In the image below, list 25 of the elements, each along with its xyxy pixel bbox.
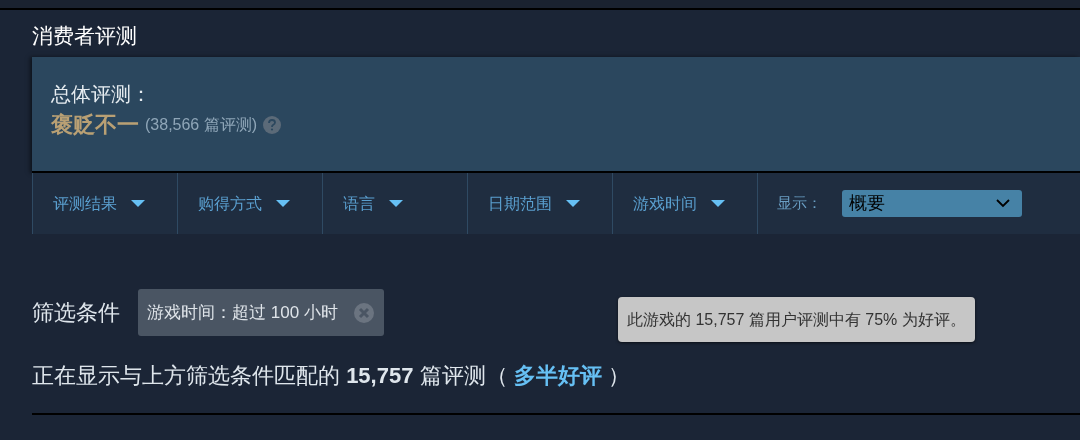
tooltip: 此游戏的 15,757 篇用户评测中有 75% 为好评。 [618, 297, 975, 342]
chevron-icon [996, 199, 1010, 208]
filter-dropdown[interactable]: 购得方式 [177, 173, 322, 234]
filter-chip[interactable]: 游戏时间：超过 100 小时 [138, 289, 384, 336]
filters-label: 筛选条件 [32, 299, 120, 327]
caret-icon [276, 199, 290, 208]
filter-dropdown[interactable]: 游戏时间 [612, 173, 757, 234]
filter-dropdown[interactable]: 日期范围 [467, 173, 612, 234]
display-label: 显示： [777, 193, 822, 214]
caret-icon [566, 199, 580, 208]
section-title: 消费者评测 [32, 23, 137, 49]
review-count: (38,566 篇评测) [145, 115, 258, 135]
summary-label: 总体评测： [51, 82, 151, 107]
filter-dropdown[interactable]: 语言 [322, 173, 467, 234]
rating-link[interactable]: 多半好评 [513, 363, 602, 388]
match-summary: 正在显示与上方筛选条件匹配的 15,757 篇评测（ 多半好评 ） [32, 362, 630, 390]
caret-icon [711, 199, 725, 208]
close-icon[interactable] [353, 302, 374, 323]
help-icon[interactable] [263, 116, 282, 134]
display-select[interactable]: 概要 [842, 190, 1022, 217]
caret-icon [131, 199, 145, 208]
chip-label: 游戏时间：超过 100 小时 [147, 301, 338, 324]
filter-dropdown[interactable]: 评测结果 [32, 173, 177, 234]
review-rating: 褒贬不一 [51, 111, 139, 139]
caret-icon [389, 199, 403, 208]
